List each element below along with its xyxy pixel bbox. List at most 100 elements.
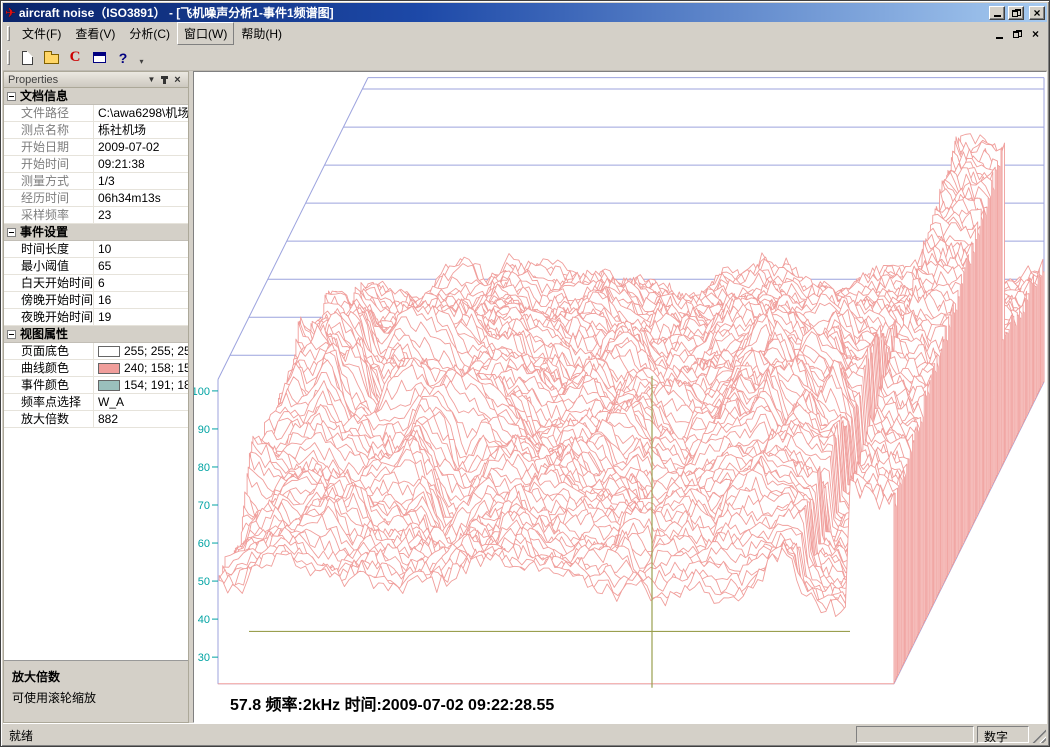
property-label: 采样频率 (4, 207, 94, 223)
property-label: 时间长度 (4, 241, 94, 257)
property-label: 最小阈值 (4, 258, 94, 274)
property-value[interactable]: 65 (94, 258, 188, 274)
collapse-icon[interactable] (7, 228, 16, 237)
property-row: 傍晚开始时间16 (4, 292, 188, 309)
menu-item-view[interactable]: 查看(V) (68, 22, 122, 45)
chart-area[interactable]: 1009080706050403057.8 频率:2kHz 时间:2009-07… (193, 71, 1047, 723)
c-tool-button[interactable]: C (63, 47, 87, 69)
toolbar-overflow-button[interactable]: ▾ (135, 47, 148, 69)
minimize-icon (994, 15, 1001, 17)
color-swatch[interactable] (98, 346, 120, 357)
property-row: 最小阈值 65 (4, 258, 188, 275)
property-value-text: 882 (98, 412, 118, 427)
property-row: 频率点选择W_A (4, 394, 188, 411)
color-swatch[interactable] (98, 363, 120, 374)
y-axis-label: 70 (198, 500, 210, 512)
property-section-event-settings[interactable]: 事件设置 (4, 224, 188, 241)
property-value[interactable]: 255; 255; 25 (94, 343, 188, 359)
mdi-minimize-icon (996, 37, 1003, 39)
property-value[interactable]: 06h34m13s (94, 190, 188, 206)
property-label: 页面底色 (4, 343, 94, 359)
open-folder-icon (44, 54, 59, 64)
collapse-icon[interactable] (7, 92, 16, 101)
property-value-text: 10 (98, 242, 111, 257)
property-row: 页面底色 255; 255; 25 (4, 343, 188, 360)
property-value-text: 1/3 (98, 174, 115, 189)
property-row: 文件路径C:\awa6298\机场 (4, 105, 188, 122)
waterfall-plot[interactable]: 1009080706050403057.8 频率:2kHz 时间:2009-07… (194, 72, 1046, 722)
property-label: 傍晚开始时间 (4, 292, 94, 308)
properties-window-icon (93, 52, 106, 63)
chevron-down-icon: ▼ (148, 75, 156, 84)
panel-pin-button[interactable] (158, 74, 171, 86)
property-section-view-properties[interactable]: 视图属性 (4, 326, 188, 343)
close-icon: × (174, 74, 180, 86)
property-value[interactable]: 1/3 (94, 173, 188, 189)
close-button[interactable]: × (1029, 6, 1045, 20)
property-value[interactable]: 16 (94, 292, 188, 308)
panel-dropdown-button[interactable]: ▼ (145, 74, 158, 86)
property-value[interactable]: 2009-07-02 (94, 139, 188, 155)
section-title: 事件设置 (20, 225, 68, 240)
menu-item-file[interactable]: 文件(F) (15, 22, 68, 45)
color-swatch[interactable] (98, 380, 120, 391)
toolbar-grip[interactable] (7, 50, 10, 65)
title-bar[interactable]: ✈ aircraft noise（ISO3891） - [飞机噪声分析1-事件1… (3, 3, 1047, 22)
properties-button[interactable] (87, 47, 111, 69)
y-axis-label: 30 (198, 652, 210, 664)
properties-panel-header[interactable]: Properties ▼ × (4, 72, 188, 88)
property-value[interactable]: 6 (94, 275, 188, 291)
property-row: 开始时间09:21:38 (4, 156, 188, 173)
y-axis-label: 100 (194, 386, 210, 398)
open-file-button[interactable] (39, 47, 63, 69)
property-value-text: 255; 255; 25 (124, 344, 188, 359)
new-document-icon (22, 51, 33, 65)
pin-icon (163, 76, 166, 84)
menu-item-analysis[interactable]: 分析(C) (122, 22, 177, 45)
minimize-button[interactable] (989, 6, 1005, 20)
property-value-text: 6 (98, 276, 105, 291)
property-value[interactable]: 154; 191; 18 (94, 377, 188, 393)
window-title: aircraft noise（ISO3891） - [飞机噪声分析1-事件1频谱… (19, 4, 986, 21)
property-value[interactable]: 23 (94, 207, 188, 223)
menu-item-help[interactable]: 帮助(H) (234, 22, 289, 45)
property-row: 测点名称栎社机场 (4, 122, 188, 139)
description-text: 可使用滚轮缩放 (12, 689, 180, 706)
panel-close-button[interactable]: × (171, 74, 184, 86)
property-label: 开始时间 (4, 156, 94, 172)
collapse-icon[interactable] (7, 330, 16, 339)
section-title: 视图属性 (20, 327, 68, 342)
property-value[interactable]: 09:21:38 (94, 156, 188, 172)
property-value-text: 154; 191; 18 (124, 378, 188, 393)
properties-grid: 文档信息文件路径C:\awa6298\机场测点名称栎社机场开始日期2009-07… (4, 88, 188, 428)
property-value[interactable]: W_A (94, 394, 188, 410)
restore-button[interactable] (1008, 6, 1024, 20)
help-button[interactable]: ? (111, 47, 135, 69)
property-label: 放大倍数 (4, 411, 94, 427)
mdi-restore-button[interactable] (1009, 26, 1026, 41)
app-window: ✈ aircraft noise（ISO3891） - [飞机噪声分析1-事件1… (0, 0, 1050, 747)
property-value-text: 65 (98, 259, 111, 274)
restore-icon (1012, 9, 1021, 17)
property-section-document-info[interactable]: 文档信息 (4, 88, 188, 105)
property-label: 曲线颜色 (4, 360, 94, 376)
property-value[interactable]: 882 (94, 411, 188, 427)
property-value[interactable]: 240; 158; 15 (94, 360, 188, 376)
property-value[interactable]: 栎社机场 (94, 122, 188, 138)
property-value-text: 栎社机场 (98, 123, 146, 138)
resize-grip-icon[interactable] (1032, 729, 1046, 743)
property-value[interactable]: 10 (94, 241, 188, 257)
mdi-minimize-button[interactable] (991, 26, 1008, 41)
section-title: 文档信息 (20, 89, 68, 104)
menu-item-window[interactable]: 窗口(W) (177, 22, 234, 45)
mdi-close-button[interactable]: × (1027, 26, 1044, 41)
properties-panel: Properties ▼ × 文档信息文件路径C:\awa6298\机场测点名称… (3, 71, 189, 723)
menubar-grip[interactable] (7, 26, 10, 41)
property-value[interactable]: C:\awa6298\机场 (94, 105, 188, 121)
new-document-button[interactable] (15, 47, 39, 69)
description-title: 放大倍数 (12, 668, 180, 685)
y-axis-label: 90 (198, 424, 210, 436)
property-label: 测点名称 (4, 122, 94, 138)
toolbar: C ? ▾ (3, 45, 1047, 71)
property-value[interactable]: 19 (94, 309, 188, 325)
